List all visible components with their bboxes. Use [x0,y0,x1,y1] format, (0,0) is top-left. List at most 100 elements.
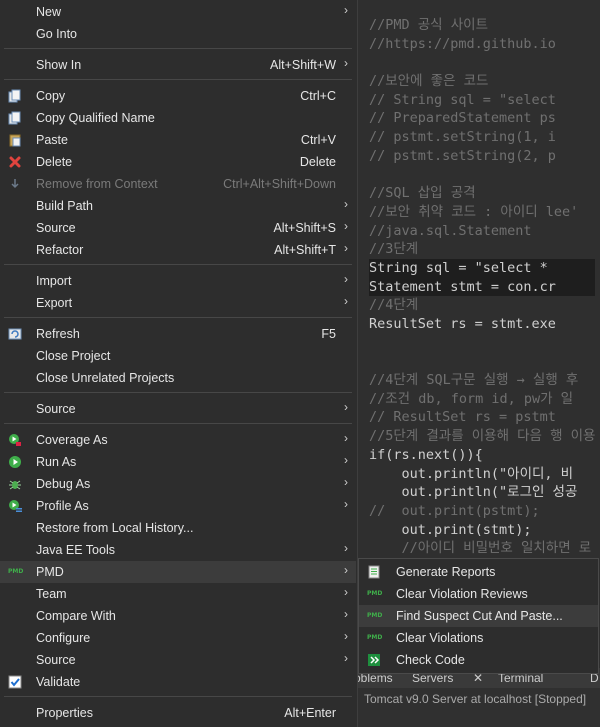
menu-separator [4,48,352,49]
menu-item-label: Team [36,587,67,601]
code-line[interactable]: Statement stmt = con.cr [369,277,596,297]
menu-item-label: Properties [36,706,93,720]
code-line[interactable] [369,334,595,353]
menu-item-label: New [36,5,62,19]
code-line[interactable]: //아이디 비밀번호 일치하면 로 [369,539,595,558]
code-line[interactable]: // ResultSet rs = pstmt [369,408,595,427]
chevron-right-icon: › [344,294,348,308]
menu-item-java-ee-tools[interactable]: Java EE Tools › [0,539,356,561]
chevron-right-icon: › [344,563,348,577]
pmd-icon: PMD [8,568,24,575]
menu-item-run-as[interactable]: Run As › [0,451,356,473]
menu-item-show-in[interactable]: Show In Alt+Shift+W › [0,54,356,76]
checkbox-checked-icon [8,675,22,689]
menu-item-close-unrelated-projects[interactable]: Close Unrelated Projects [0,367,356,389]
code-line[interactable]: //보안 취약 코드 : 아이디 lee' [369,203,595,222]
menu-item-configure[interactable]: Configure › [0,627,356,649]
copy-icon [8,89,22,103]
submenu-item-label: Check Code [396,653,465,667]
menu-item-label: Source [36,402,76,416]
server-status[interactable]: Tomcat v9.0 Server at localhost [Stopped… [364,692,586,706]
code-line[interactable]: // String sql = "select [369,91,595,110]
menu-item-label: Refresh [36,327,80,341]
menu-item-source[interactable]: Source › [0,649,356,671]
copy-qualified-icon [8,111,22,125]
code-line[interactable]: //SQL 삽입 공격 [369,184,595,203]
menu-item-import[interactable]: Import › [0,270,356,292]
code-line[interactable]: // pstmt.setString(2, p [369,147,595,166]
menu-item-pmd[interactable]: PMD PMD › [0,561,356,583]
code-line[interactable]: // PreparedStatement ps [369,109,595,128]
menu-item-shortcut: Alt+Shift+S [273,221,336,235]
code-line[interactable]: out.println("아이디, 비 [369,465,595,484]
menu-item-go-into[interactable]: Go Into [0,23,356,45]
code-line[interactable]: //보안에 좋은 코드 [369,72,595,91]
code-line[interactable] [369,166,595,185]
menu-item-label: Copy [36,89,66,103]
check-code-icon [367,653,383,667]
submenu-item-clear-violations[interactable]: PMD Clear Violations [359,627,598,649]
code-line[interactable]: out.println("로그인 성공 [369,483,595,502]
menu-separator [4,317,352,318]
chevron-right-icon: › [344,607,348,621]
code-lines[interactable]: //PMD 공식 사이트//https://pmd.github.io //보안에… [369,16,596,558]
code-line[interactable]: if(rs.next()){ [369,446,595,465]
code-line[interactable]: //3단계 [369,240,595,259]
code-line[interactable]: //https://pmd.github.io [369,35,595,54]
menu-item-debug-as[interactable]: Debug As › [0,473,356,495]
menu-item-source[interactable]: Source › [0,398,356,420]
menu-item-profile-as[interactable]: Profile As › [0,495,356,517]
menu-item-delete[interactable]: Delete Delete [0,151,356,173]
code-line[interactable]: // out.print(pstmt); [369,502,595,521]
menu-item-remove-from-context: Remove from Context Ctrl+Alt+Shift+Down [0,173,356,195]
menu-item-label: Import [36,274,72,288]
menu-item-label: Show In [36,58,82,72]
code-line[interactable]: out.print(stmt); [369,521,595,540]
menu-item-label: PMD [36,565,64,579]
chevron-right-icon: › [344,629,348,643]
debug-icon [8,477,22,491]
menu-item-label: Coverage As [36,433,108,447]
menu-item-paste[interactable]: Paste Ctrl+V [0,129,356,151]
menu-item-coverage-as[interactable]: Coverage As › [0,429,356,451]
chevron-right-icon: › [344,56,348,70]
menu-item-refresh[interactable]: Refresh F5 [0,323,356,345]
submenu-item-clear-violation-reviews[interactable]: PMD Clear Violation Reviews [359,583,598,605]
code-line[interactable]: String sql = "select * [369,258,596,278]
menu-item-new[interactable]: New › [0,1,356,23]
menu-item-restore-from-local-history[interactable]: Restore from Local History... [0,517,356,539]
menu-item-export[interactable]: Export › [0,292,356,314]
menu-item-team[interactable]: Team › [0,583,356,605]
code-line[interactable]: //PMD 공식 사이트 [369,16,595,35]
bottom-views-panel: oblems Servers ✕ Terminal D Tomcat v9.0 … [354,668,600,727]
menu-item-copy[interactable]: Copy Ctrl+C [0,85,356,107]
menu-item-refactor[interactable]: Refactor Alt+Shift+T › [0,239,356,261]
code-line[interactable]: //4단계 SQL구문 실행 → 실행 후 [369,371,595,390]
run-icon [8,455,22,469]
code-line[interactable]: //4단계 [369,296,595,315]
code-line[interactable]: //5단계 결과를 이용해 다음 행 이용 [369,427,595,446]
menu-item-compare-with[interactable]: Compare With › [0,605,356,627]
chevron-right-icon: › [344,497,348,511]
code-line[interactable]: ResultSet rs = stmt.exe [369,315,595,334]
menu-item-close-project[interactable]: Close Project [0,345,356,367]
menu-item-build-path[interactable]: Build Path › [0,195,356,217]
menu-item-source[interactable]: Source Alt+Shift+S › [0,217,356,239]
chevron-right-icon: › [344,541,348,555]
menu-item-properties[interactable]: Properties Alt+Enter [0,702,356,724]
code-line[interactable]: //java.sql.Statement [369,222,595,241]
menu-item-validate[interactable]: Validate [0,671,356,693]
menu-separator [4,696,352,697]
submenu-item-check-code[interactable]: Check Code [359,649,598,671]
menu-item-label: Profile As [36,499,89,513]
pmd-icon: PMD [367,590,383,597]
code-line[interactable] [369,53,595,72]
submenu-item-generate-reports[interactable]: Generate Reports [359,561,598,583]
code-line[interactable] [369,352,595,371]
code-line[interactable]: //조건 db, form id, pw가 일 [369,390,595,409]
menu-item-label: Paste [36,133,68,147]
code-line[interactable]: // pstmt.setString(1, i [369,128,595,147]
submenu-item-find-suspect-cut-and-paste[interactable]: PMD Find Suspect Cut And Paste... [359,605,598,627]
menu-item-copy-qualified-name[interactable]: Copy Qualified Name [0,107,356,129]
menu-item-shortcut: F5 [321,327,336,341]
